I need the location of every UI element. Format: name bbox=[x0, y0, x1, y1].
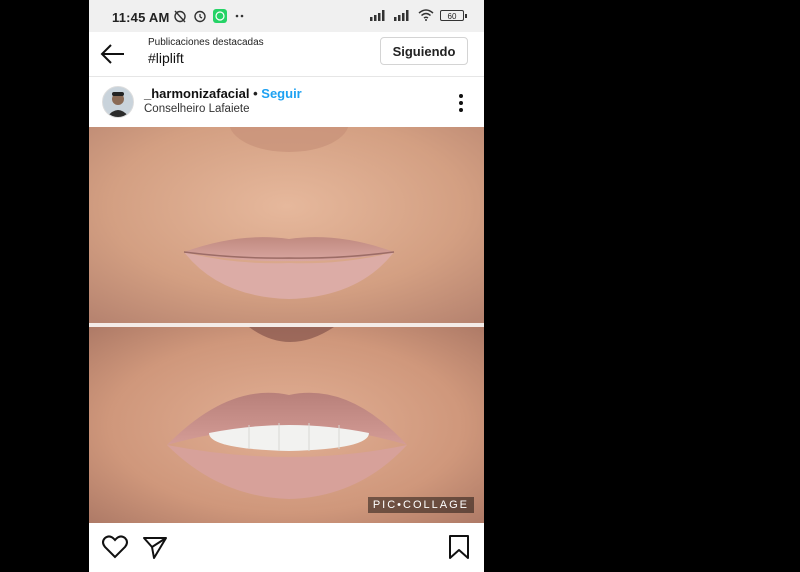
alarm-icon bbox=[194, 10, 206, 23]
page-title: #liplift bbox=[148, 50, 184, 66]
post-header: _harmonizafacial • Seguir Conselheiro La… bbox=[89, 77, 484, 127]
status-bar: 11:45 AM 60 bbox=[89, 0, 484, 32]
battery-icon: 60 bbox=[440, 9, 467, 21]
avatar-image bbox=[103, 87, 133, 117]
post-location[interactable]: Conselheiro Lafaiete bbox=[144, 103, 250, 115]
whatsapp-icon bbox=[213, 9, 227, 23]
post-username-line: _harmonizafacial • Seguir bbox=[144, 86, 302, 101]
arrow-left-icon[interactable] bbox=[99, 40, 127, 68]
page-header: Publicaciones destacadas #liplift Siguie… bbox=[89, 32, 484, 77]
separator-dot: • bbox=[249, 86, 262, 101]
post-image[interactable]: PIC•COLLAGE bbox=[89, 127, 484, 523]
lips-collage-image bbox=[89, 127, 484, 523]
alarm-off-icon bbox=[174, 10, 186, 23]
more-notifications-icon bbox=[235, 14, 244, 18]
collage-watermark: PIC•COLLAGE bbox=[367, 497, 474, 513]
bookmark-icon[interactable] bbox=[445, 533, 473, 561]
username-link[interactable]: _harmonizafacial bbox=[144, 86, 250, 101]
wifi-icon bbox=[418, 9, 434, 21]
follow-link[interactable]: Seguir bbox=[261, 86, 301, 101]
status-system-icons: 60 bbox=[370, 9, 467, 21]
status-time: 11:45 AM bbox=[112, 10, 170, 25]
signal-icon bbox=[370, 10, 385, 21]
send-icon[interactable] bbox=[141, 533, 169, 561]
phone-screen: 11:45 AM 60 Publicaciones destacadas #li… bbox=[89, 0, 484, 572]
heart-icon[interactable] bbox=[101, 533, 129, 561]
header-subtitle: Publicaciones destacadas bbox=[148, 37, 264, 48]
following-button[interactable]: Siguiendo bbox=[380, 37, 468, 65]
status-notification-icons bbox=[173, 9, 247, 23]
more-vertical-icon[interactable] bbox=[458, 93, 464, 113]
post-actions bbox=[89, 523, 484, 572]
signal-icon-2 bbox=[394, 10, 409, 21]
avatar[interactable] bbox=[102, 86, 134, 118]
